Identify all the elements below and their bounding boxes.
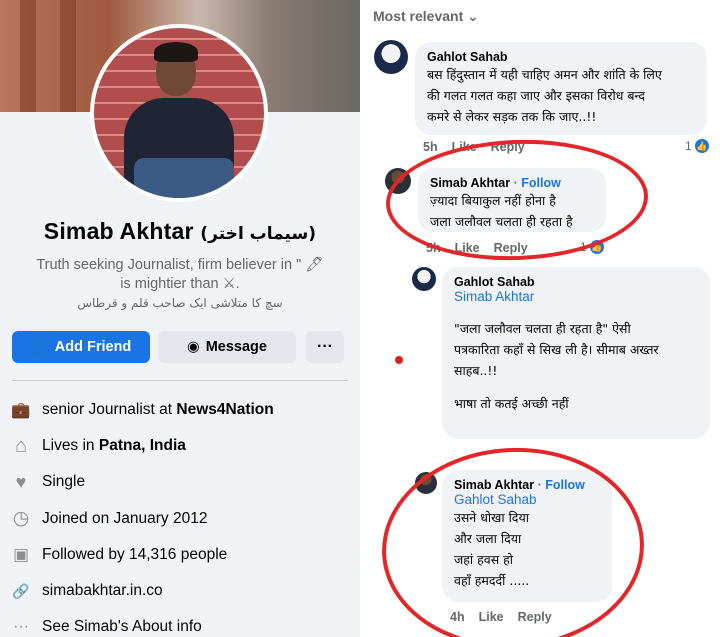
bio-line-2: is mightier than ⚔. [120,276,240,292]
comment-text: पत्रकारिता कहाँ से सिख ली है। सीमाब अख्त… [454,342,659,357]
intro-work: 💼 senior Journalist at News4Nation [11,401,274,419]
profile-bio: Truth seeking Journalist, firm believer … [10,256,350,313]
avatar[interactable] [412,267,436,291]
intro-followers[interactable]: ▣ Followed by 14,316 people [12,537,352,573]
add-friend-icon: 👤 [30,339,49,356]
reaction-count[interactable]: 1 👍 [685,139,709,153]
add-friend-button[interactable]: 👤 Add Friend [12,331,150,363]
comment-text: "जला जलौवल चलता ही रहता है" ऐसी [454,321,631,336]
intro-list: 💼 senior Journalist at News4Nation ⌂ Liv… [11,392,352,637]
annotation-dot [395,356,403,364]
intro-location: ⌂ Lives in Patna, India [12,428,352,464]
location-link[interactable]: Patna, India [99,437,186,454]
comment-text: बस हिंदुस्तान में यही चाहिए अमन और शांति… [427,67,662,82]
avatar[interactable] [374,40,408,74]
like-icon: 👍 [694,139,709,153]
profile-actions: 👤 Add Friend ◉ Message ··· [12,331,344,363]
more-options-button[interactable]: ··· [306,331,344,363]
intro-joined: ◷ Joined on January 2012 [12,508,208,530]
more-dots-icon: ··· [13,618,29,636]
sort-dropdown[interactable]: Most relevant ⌄ [373,8,479,25]
avatar [94,28,264,198]
employer-link[interactable]: News4Nation [176,401,273,418]
intro-relationship: ♥ Single [12,464,352,500]
annotation-circle [383,135,651,265]
message-label: Message [205,339,267,355]
comment-bubble: Gahlot Sahab बस हिंदुस्तान में यही चाहिए… [415,42,707,135]
comment-time[interactable]: 5h [423,140,438,154]
divider [12,380,348,381]
profile-name-text: Simab Akhtar [43,218,194,244]
profile-panel: Simab Akhtar (سیماب اختر) Truth seeking … [0,0,360,637]
profile-name: Simab Akhtar (سیماب اختر) [0,218,360,245]
messenger-icon: ◉ [187,339,200,355]
briefcase-icon: 💼 [11,401,31,419]
intro-website[interactable]: 🔗 simabakhtar.in.co [12,573,352,609]
link-icon: 🔗 [12,582,30,599]
more-options-label: ··· [317,338,333,355]
clock-icon: ◷ [12,508,30,530]
comment-text: भाषा तो कतई अच्छी नहीं [454,396,569,411]
comment-text: कमरे से लेकर सड़क तक कि जाए..!! [427,109,597,124]
heart-icon: ♥ [15,471,27,492]
comments-panel: Most relevant ⌄ Gahlot Sahab बस हिंदुस्त… [360,0,720,637]
message-button[interactable]: ◉ Message [158,331,296,363]
comment-text: साहब..!! [454,363,498,378]
annotation-circle [376,441,650,637]
followers-icon: ▣ [12,544,30,564]
comment-text: की गलत गलत कहा जाए और इसका विरोध बन्द [427,88,645,103]
profile-picture[interactable] [90,24,268,202]
bio-line-1: Truth seeking Journalist, firm believer … [36,257,324,273]
comment-author[interactable]: Gahlot Sahab [454,275,698,289]
intro-see-about[interactable]: ··· See Simab's About info [12,609,352,637]
comment-bubble: Gahlot Sahab Simab Akhtar "जला जलौवल चलत… [442,267,710,439]
home-icon: ⌂ [14,434,28,457]
add-friend-label: Add Friend [54,339,132,355]
comment-author[interactable]: Gahlot Sahab [427,50,695,64]
mention-tag[interactable]: Simab Akhtar [454,289,698,304]
profile-name-urdu: (سیماب اختر) [200,224,317,244]
bio-line-urdu: سچ کا متلاشی ایک صاحب قلم و قرطاس [77,296,283,310]
